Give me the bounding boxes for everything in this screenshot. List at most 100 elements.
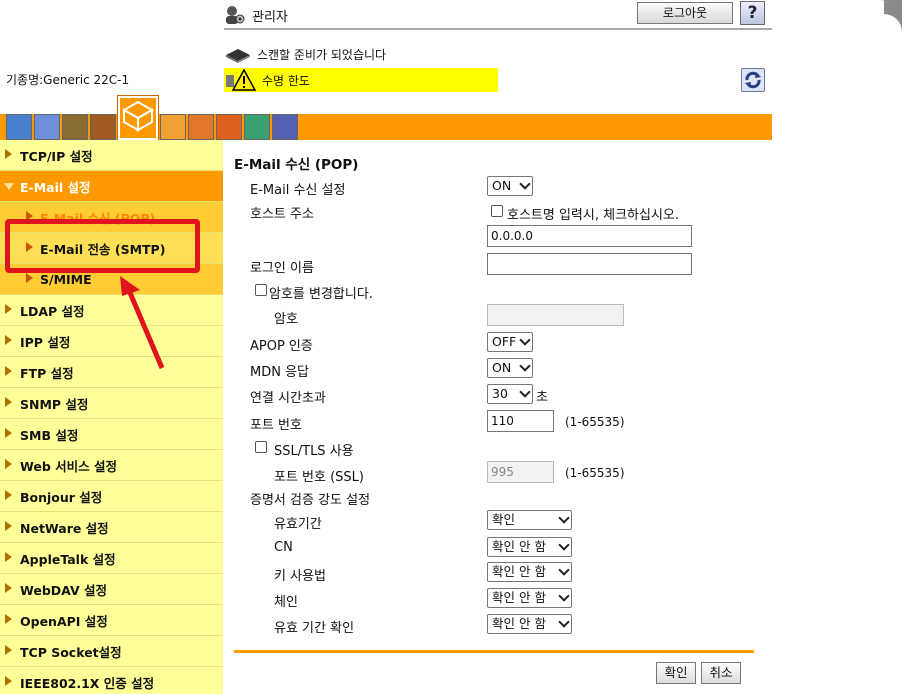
- sidebar-item-web-service[interactable]: Web 서비스 설정: [0, 450, 223, 481]
- refresh-icon: [745, 71, 761, 89]
- triangle-right-icon: [5, 490, 12, 500]
- expiry-value: 확인 안 함: [492, 616, 546, 631]
- tab-store-address-icon[interactable]: [216, 114, 242, 140]
- warning-icon: [226, 69, 256, 91]
- timeout-select[interactable]: 30: [487, 384, 533, 404]
- sidebar-item-label: SMB 설정: [20, 427, 79, 443]
- chevron-down-icon: [519, 386, 531, 398]
- cn-label: CN: [274, 540, 293, 555]
- ok-button[interactable]: 확인: [656, 662, 696, 684]
- sidebar-item-label: AppleTalk 설정: [20, 551, 116, 567]
- chevron-down-icon: [519, 360, 531, 372]
- sidebar-item-webdav[interactable]: WebDAV 설정: [0, 574, 223, 605]
- host-check-label: 호스트명 입력시, 체크하십시오.: [507, 208, 680, 223]
- receive-select[interactable]: ON: [487, 176, 533, 196]
- triangle-right-icon: [26, 273, 33, 283]
- tab-box-icon[interactable]: [160, 114, 186, 140]
- chain-select[interactable]: 확인 안 함: [487, 588, 572, 608]
- tab-print-settings-icon[interactable]: [188, 114, 214, 140]
- tab-output-icon[interactable]: [272, 114, 298, 140]
- expiry-select[interactable]: 확인 안 함: [487, 614, 572, 634]
- chevron-down-icon: [558, 512, 570, 524]
- sidebar-item-tcp-socket[interactable]: TCP Socket설정: [0, 636, 223, 667]
- sidebar-item-appletalk[interactable]: AppleTalk 설정: [0, 543, 223, 574]
- triangle-right-icon: [5, 304, 12, 314]
- scanner-icon: [226, 49, 250, 63]
- page-title: E-Mail 수신 (POP): [234, 157, 359, 173]
- admin-user-icon: [226, 6, 245, 24]
- sidebar-item-snmp[interactable]: SNMP 설정: [0, 388, 223, 419]
- cert-label: 증명서 검증 강도 설정: [250, 493, 371, 508]
- validity-label: 유효기간: [274, 517, 322, 532]
- apop-select[interactable]: OFF: [487, 332, 533, 352]
- sidebar-item-label: TCP Socket설정: [20, 644, 122, 660]
- validity-select[interactable]: 확인: [487, 510, 572, 530]
- sidebar-item-bonjour[interactable]: Bonjour 설정: [0, 481, 223, 512]
- tab-security-icon[interactable]: [62, 114, 88, 140]
- triangle-right-icon: [5, 459, 12, 469]
- ssl-port-range: (1-65535): [565, 466, 625, 480]
- tab-network-icon[interactable]: [117, 95, 159, 141]
- chevron-down-icon: [558, 590, 570, 602]
- change-password-checkbox[interactable]: [255, 284, 267, 296]
- host-input[interactable]: 0.0.0.0: [487, 225, 692, 247]
- warning-text: 수명 한도: [262, 73, 310, 88]
- login-input[interactable]: [487, 253, 692, 275]
- triangle-right-icon: [5, 552, 12, 562]
- logout-button[interactable]: 로그아웃: [637, 2, 733, 24]
- timeout-label: 연결 시간초과: [250, 391, 326, 406]
- sidebar-item-email[interactable]: E-Mail 설정: [0, 171, 223, 202]
- sidebar-item-label: IEEE802.1X 인증 설정: [20, 675, 155, 691]
- triangle-right-icon: [5, 645, 12, 655]
- chevron-down-icon: [519, 334, 531, 346]
- cn-value: 확인 안 함: [492, 539, 546, 554]
- timeout-value: 30: [492, 386, 508, 401]
- triangle-right-icon: [5, 583, 12, 593]
- refresh-button[interactable]: [741, 68, 765, 92]
- mdn-select[interactable]: ON: [487, 358, 533, 378]
- triangle-right-icon: [5, 149, 12, 159]
- highlight-box: [5, 219, 200, 273]
- sidebar-item-label: SNMP 설정: [20, 396, 89, 412]
- ssl-label: SSL/TLS 사용: [274, 444, 354, 459]
- key-usage-select[interactable]: 확인 안 함: [487, 562, 572, 582]
- tab-user-auth-icon[interactable]: [90, 114, 116, 140]
- sidebar-item-label: Bonjour 설정: [20, 489, 103, 505]
- sidebar-item-label: IPP 설정: [20, 334, 71, 350]
- tab-maintenance-icon[interactable]: [6, 114, 32, 140]
- password-input[interactable]: [487, 304, 624, 326]
- sidebar-item-label: OpenAPI 설정: [20, 613, 108, 629]
- sidebar-item-smb[interactable]: SMB 설정: [0, 419, 223, 450]
- sidebar-item-netware[interactable]: NetWare 설정: [0, 512, 223, 543]
- triangle-right-icon: [5, 614, 12, 624]
- key-usage-value: 확인 안 함: [492, 564, 546, 579]
- port-label: 포트 번호: [250, 418, 302, 433]
- apop-label: APOP 인증: [250, 339, 313, 354]
- port-input[interactable]: 110: [487, 410, 554, 432]
- status-row: 스캔할 준비가 되었습니다: [224, 44, 386, 64]
- sidebar-item-label: WebDAV 설정: [20, 582, 107, 598]
- user-row: 관리자: [224, 3, 288, 27]
- triangle-right-icon: [5, 397, 12, 407]
- cancel-button[interactable]: 취소: [701, 662, 741, 684]
- cn-select[interactable]: 확인 안 함: [487, 537, 572, 557]
- chevron-down-icon: [558, 616, 570, 628]
- sidebar-item-ieee8021x[interactable]: IEEE802.1X 인증 설정: [0, 667, 223, 694]
- port-range: (1-65535): [565, 415, 625, 429]
- form-divider: [234, 650, 754, 653]
- tab-system-icon[interactable]: [34, 114, 60, 140]
- ssl-port-input[interactable]: 995: [487, 461, 554, 483]
- chevron-down-icon: [519, 178, 531, 190]
- ssl-checkbox[interactable]: [255, 441, 267, 453]
- help-button[interactable]: ?: [740, 1, 765, 25]
- header-divider: [224, 28, 772, 30]
- sidebar-item-tcpip[interactable]: TCP/IP 설정: [0, 140, 223, 171]
- tab-fax-icon[interactable]: [244, 114, 270, 140]
- host-name-checkbox[interactable]: [491, 205, 503, 217]
- triangle-down-icon: [4, 183, 14, 190]
- chain-label: 체인: [274, 595, 298, 610]
- triangle-right-icon: [5, 521, 12, 531]
- mdn-value: ON: [492, 360, 512, 375]
- sidebar-item-openapi[interactable]: OpenAPI 설정: [0, 605, 223, 636]
- receive-label: E-Mail 수신 설정: [250, 183, 346, 198]
